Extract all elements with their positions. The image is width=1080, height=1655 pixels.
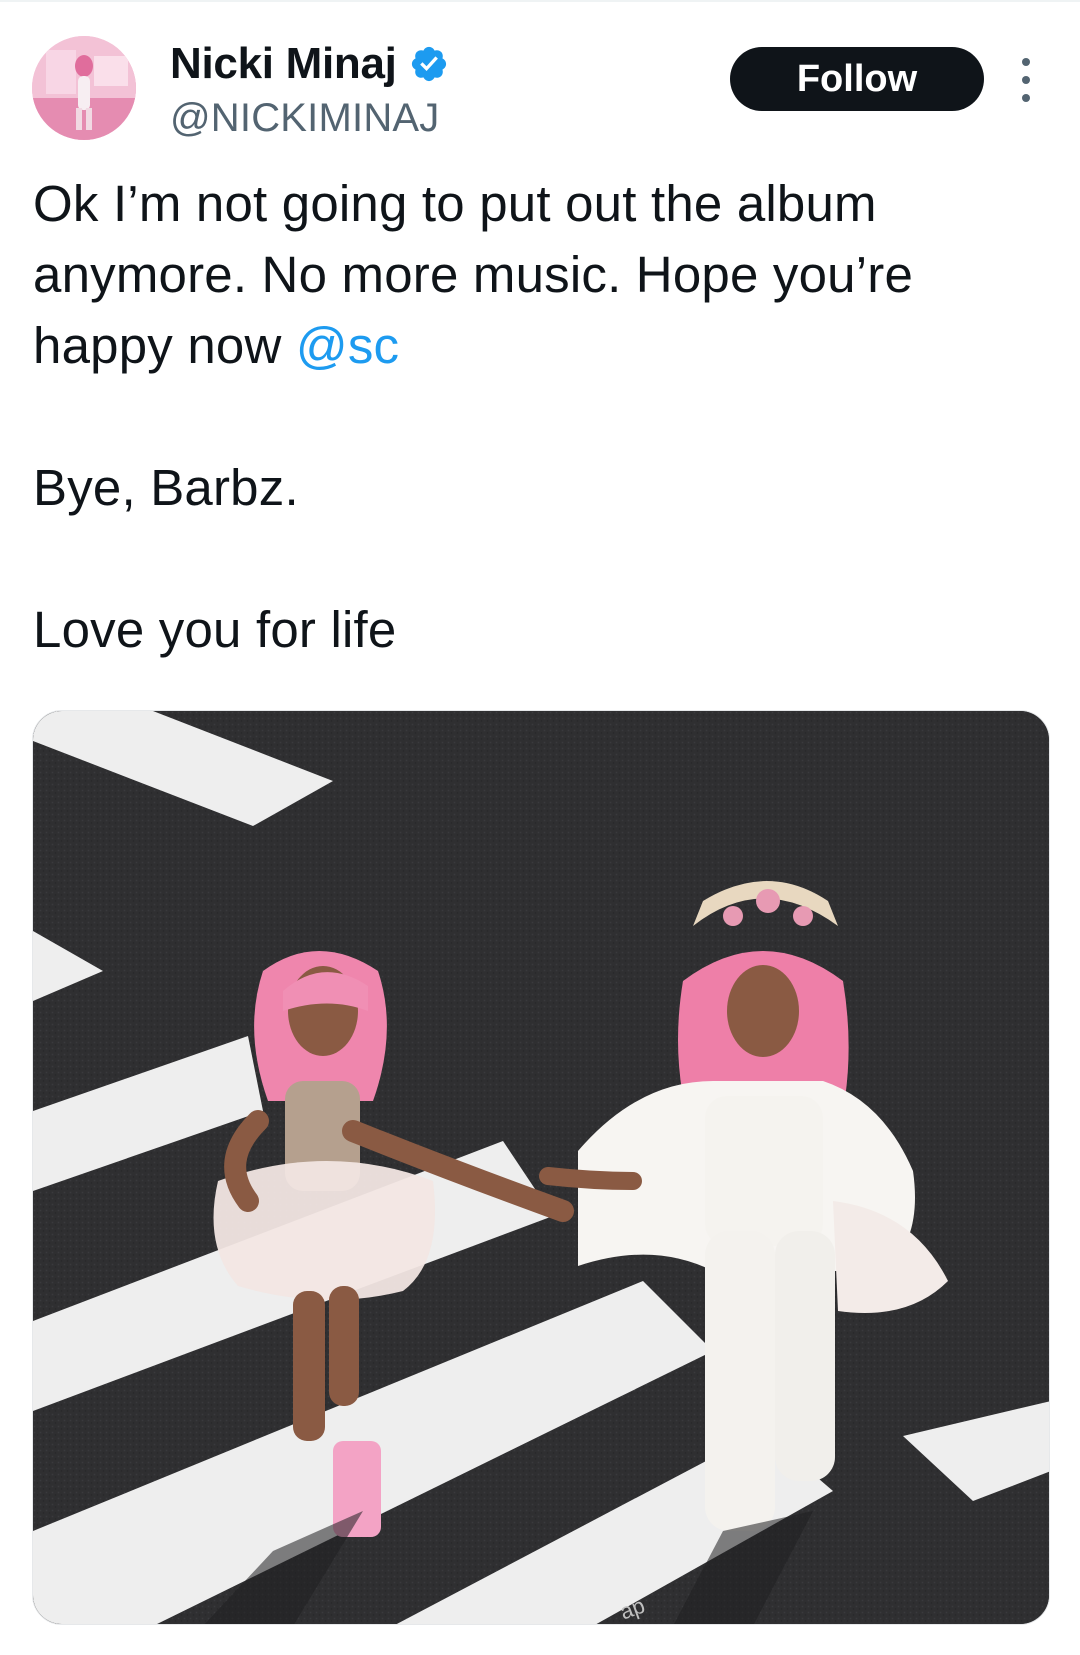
more-dot [1022, 58, 1030, 66]
more-options-icon[interactable] [1012, 58, 1040, 102]
avatar-image [32, 36, 136, 140]
display-name[interactable]: Nicki Minaj [170, 39, 397, 89]
mention-link[interactable]: @sc [296, 317, 399, 374]
more-dot [1022, 94, 1030, 102]
tweet-paragraph-3: Love you for life [33, 601, 397, 658]
more-dot [1022, 76, 1030, 84]
tweet-page: Nicki Minaj @NICKIMINAJ Follow Ok I’m no… [0, 0, 1080, 1655]
tweet-text: Ok I’m not going to put out the album an… [33, 168, 1043, 665]
follow-button[interactable]: Follow [730, 47, 984, 111]
name-row: Nicki Minaj [170, 38, 449, 90]
author-avatar[interactable] [32, 36, 136, 140]
tweet-line-1: Ok I’m not going to put out the album an… [33, 175, 914, 374]
tweet-media-image[interactable]: ap [32, 710, 1050, 1625]
author-info[interactable]: Nicki Minaj @NICKIMINAJ [170, 38, 449, 141]
top-divider [0, 0, 1080, 2]
verified-badge-icon [411, 46, 446, 82]
media-photo: ap [33, 711, 1049, 1624]
tweet-paragraph-2: Bye, Barbz. [33, 459, 299, 516]
tweet-paragraph-1: Ok I’m not going to put out the album an… [33, 168, 1043, 381]
author-handle[interactable]: @NICKIMINAJ [170, 96, 449, 141]
